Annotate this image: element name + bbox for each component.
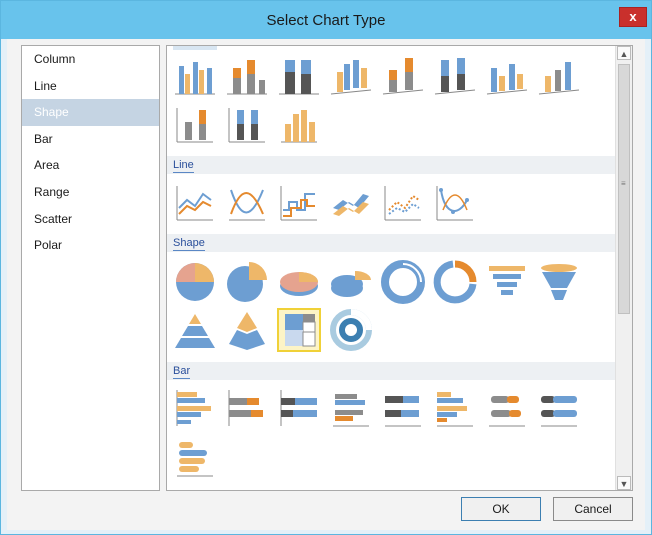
pie-3d-icon[interactable] [277,260,321,304]
bar-3d-full-icon[interactable] [433,386,477,430]
column-3d-stacked-icon[interactable] [381,54,425,98]
column-stacked-100-icon[interactable] [277,54,321,98]
section-header-line: Line [167,156,615,174]
bar-stacked-100-icon[interactable] [277,386,321,430]
bar-stacked-icon[interactable] [225,386,269,430]
bar-clustered-icon[interactable] [173,386,217,430]
pie-icon[interactable] [173,260,217,304]
category-item-area[interactable]: Area [22,152,159,179]
select-chart-type-dialog: Select Chart Type x Column Line Shape Ba… [0,0,652,535]
doughnut-icon[interactable] [381,260,425,304]
line-spline-icon[interactable] [225,180,269,224]
column-clustered-icon[interactable] [173,54,217,98]
chart-category-list[interactable]: Column Line Shape Bar Area Range Scatter… [21,45,160,491]
treemap-icon [285,314,316,347]
pie-exploded-icon[interactable] [225,260,269,304]
scroll-grip-icon: ≡ [621,179,626,188]
cancel-button[interactable]: Cancel [553,497,633,521]
pie-3d-exploded-icon[interactable] [329,260,373,304]
section-header-bar: Bar [167,362,615,380]
line-basic-icon[interactable] [173,180,217,224]
bar-cylinder-stacked-icon[interactable] [485,386,529,430]
category-item-polar[interactable]: Polar [22,232,159,259]
column-3d-clustered-icon[interactable] [329,54,373,98]
cylinder-stacked-100-icon[interactable] [225,104,269,148]
category-item-range[interactable]: Range [22,179,159,206]
scroll-up-arrow-icon[interactable]: ▲ [617,46,631,60]
category-item-line[interactable]: Line [22,73,159,100]
column-stacked-icon[interactable] [225,54,269,98]
bar-cylinder-clustered-icon[interactable] [173,436,217,480]
line-step-icon[interactable] [277,180,321,224]
line-markers-icon[interactable] [381,180,425,224]
dialog-content: Column Line Shape Bar Area Range Scatter… [7,39,645,530]
bar-3d-stacked-icon[interactable] [381,386,425,430]
chart-type-gallery[interactable]: Line Shape Bar ▲ ≡ ▼ [166,45,633,491]
category-item-shape[interactable]: Shape [22,99,159,126]
section-header-remnant [173,46,217,50]
sunburst-icon[interactable] [329,308,373,352]
gallery-scrollbar[interactable]: ▲ ≡ ▼ [615,46,632,490]
scroll-down-arrow-icon[interactable]: ▼ [617,476,631,490]
funnel-3d-icon[interactable] [537,260,581,304]
cylinder-stacked-icon[interactable] [173,104,217,148]
treemap-tile-selected[interactable] [277,308,321,352]
pyramid-3d-icon[interactable] [225,308,269,352]
dialog-title: Select Chart Type [266,12,386,29]
bar-3d-clustered-icon[interactable] [329,386,373,430]
column-3d-full-icon[interactable] [537,54,581,98]
section-header-shape: Shape [167,234,615,252]
cylinder-clustered-icon[interactable] [277,104,321,148]
line-spline-markers-icon[interactable] [433,180,477,224]
bar-cylinder-stacked-100-icon[interactable] [537,386,581,430]
doughnut-exploded-icon[interactable] [433,260,477,304]
pyramid-icon[interactable] [173,308,217,352]
category-item-scatter[interactable]: Scatter [22,206,159,233]
title-bar[interactable]: Select Chart Type x [1,1,651,39]
category-item-bar[interactable]: Bar [22,126,159,153]
close-button[interactable]: x [619,7,647,27]
line-3d-icon[interactable] [329,180,373,224]
category-item-column[interactable]: Column [22,46,159,73]
ok-button[interactable]: OK [461,497,541,521]
funnel-icon[interactable] [485,260,529,304]
column-3d-icon[interactable] [485,54,529,98]
scroll-thumb[interactable]: ≡ [618,64,630,314]
column-3d-stacked-100-icon[interactable] [433,54,477,98]
